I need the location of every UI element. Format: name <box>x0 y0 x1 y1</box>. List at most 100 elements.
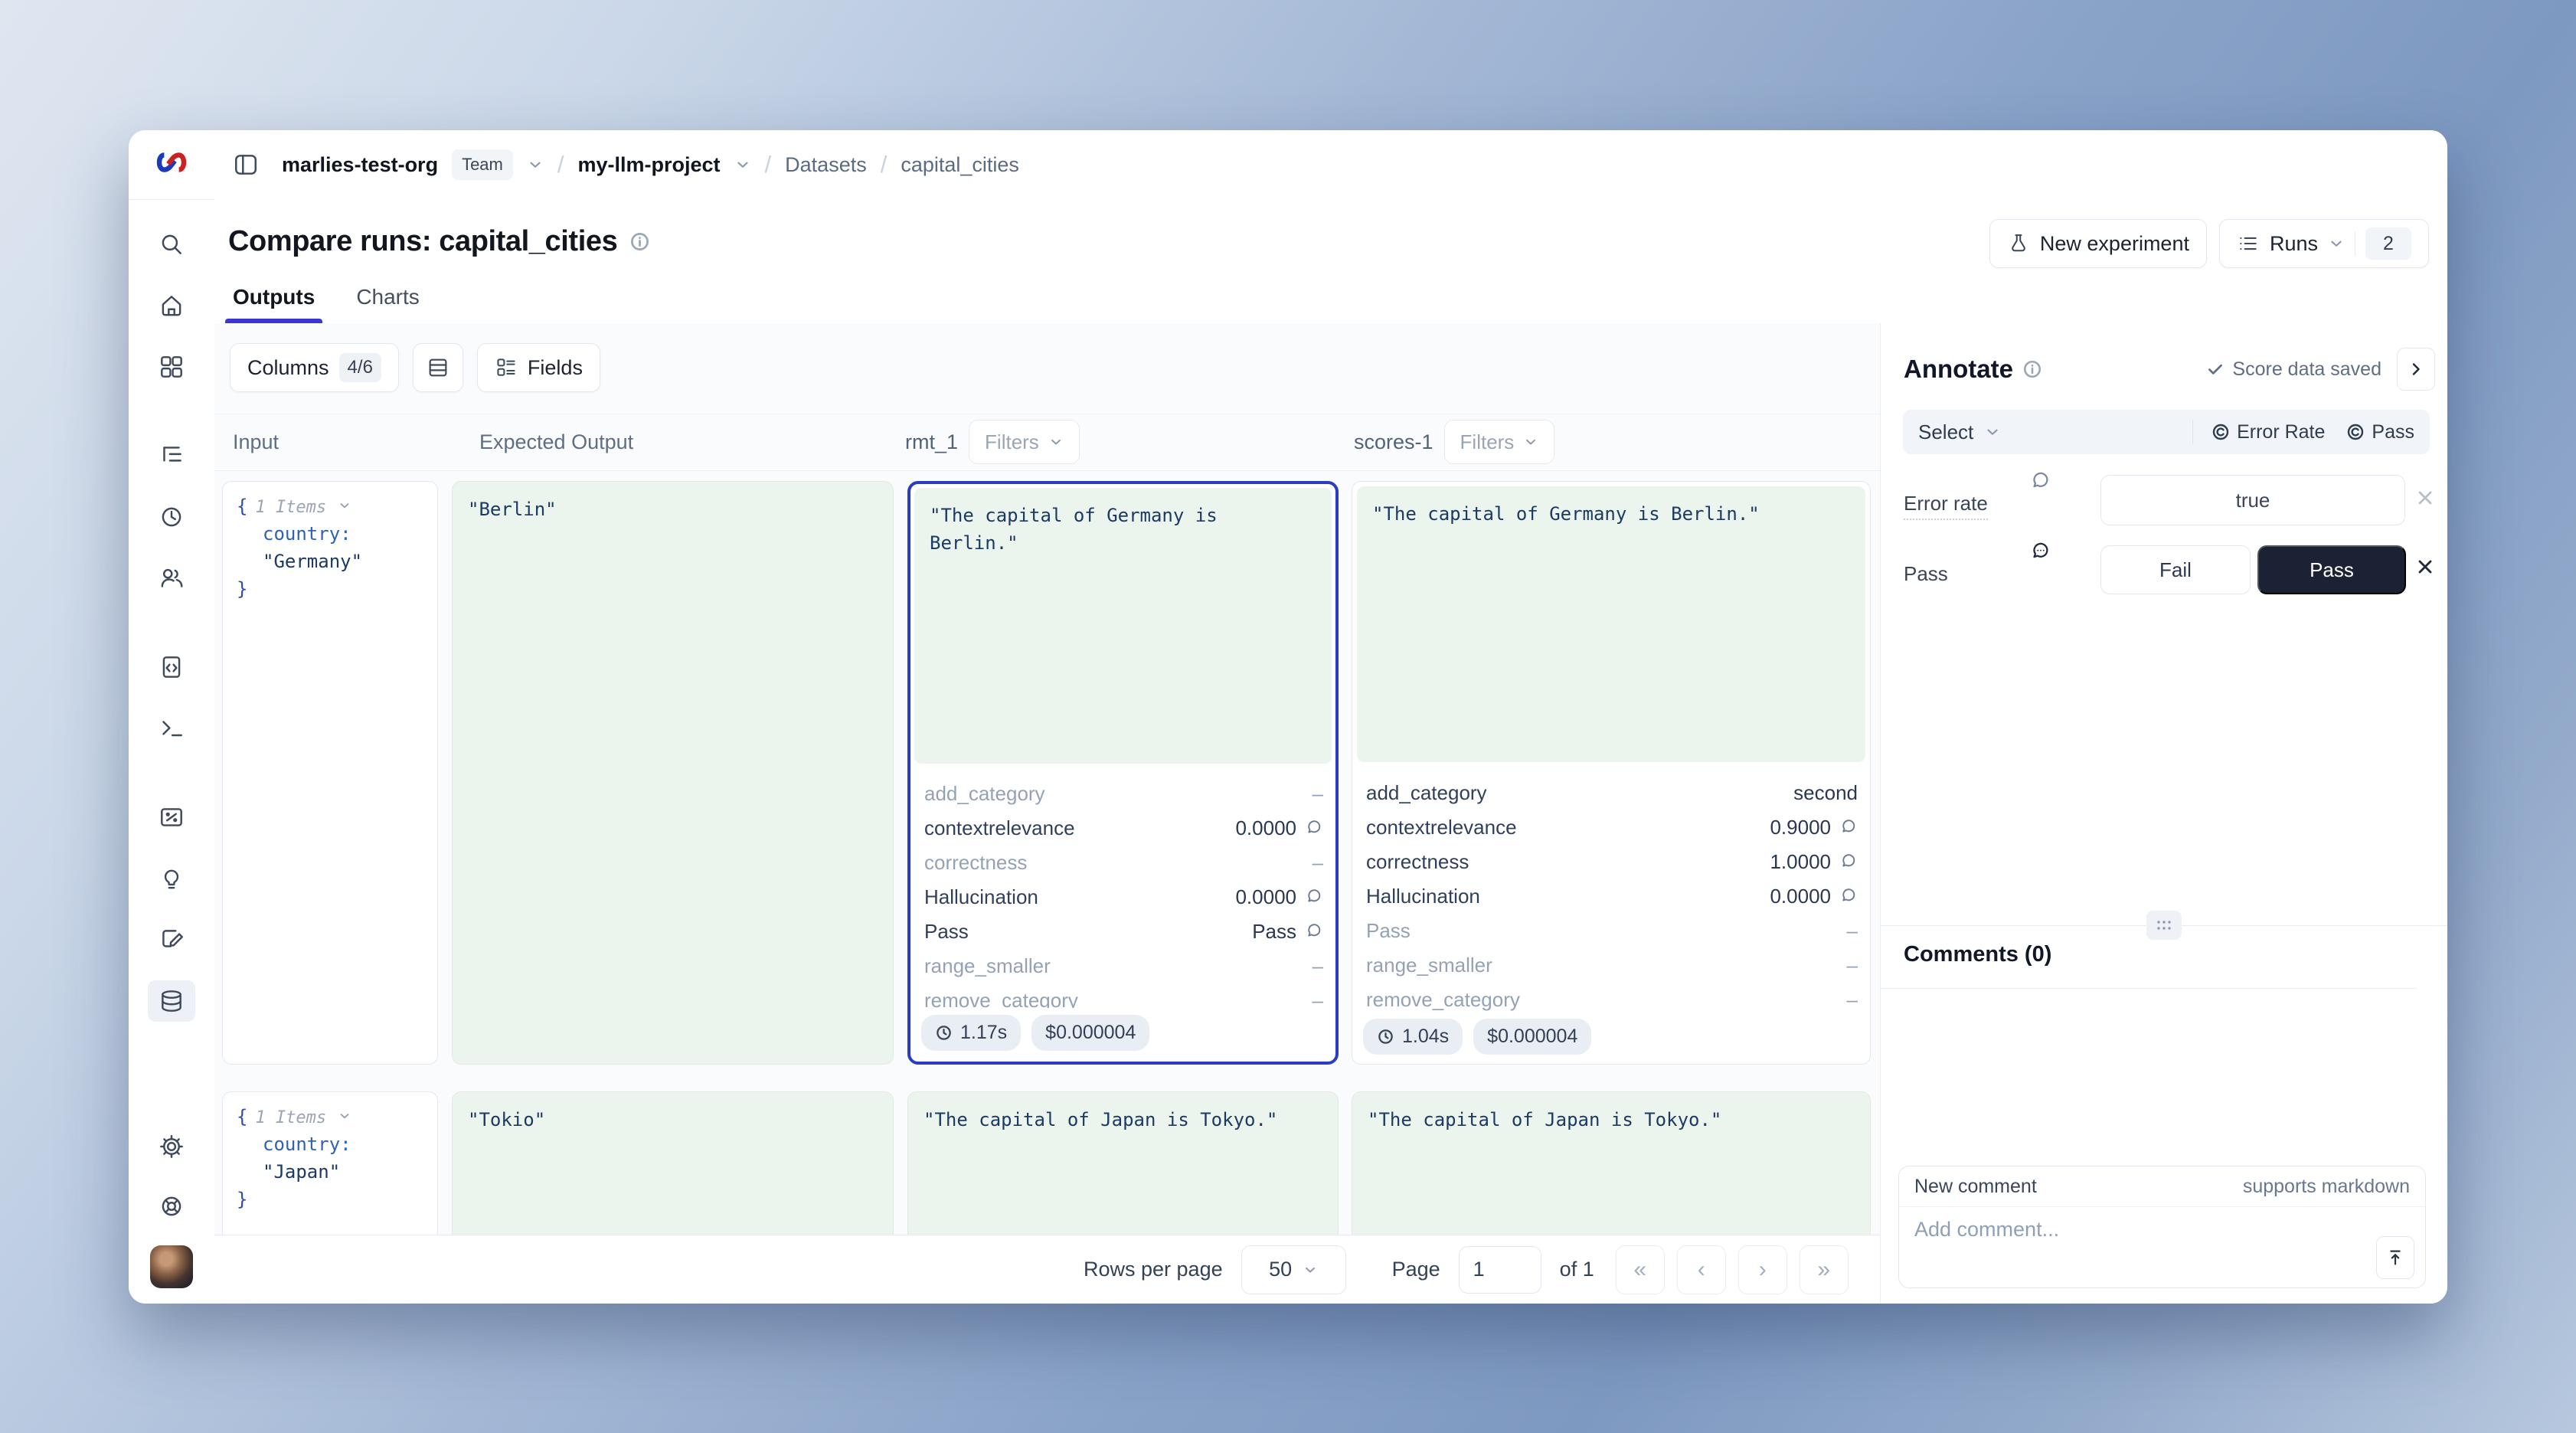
fields-button[interactable]: Fields <box>477 343 600 392</box>
input-cell-row1[interactable]: {1 Items country: "Germany" } <box>222 481 438 1065</box>
metric-value: – <box>1313 782 1323 806</box>
comment-bubble-icon[interactable] <box>1304 819 1323 838</box>
column-header-input: Input <box>233 414 279 470</box>
metric-name: correctness <box>924 851 1027 875</box>
sidebar-item-annotation-queues[interactable] <box>148 919 195 960</box>
submit-comment-button[interactable] <box>2376 1236 2414 1279</box>
chevron-down-icon[interactable] <box>338 499 351 512</box>
user-avatar[interactable] <box>150 1245 193 1288</box>
comment-bubble-icon[interactable] <box>1304 888 1323 907</box>
chevron-down-icon[interactable] <box>527 156 544 173</box>
breadcrumb-datasets[interactable]: Datasets <box>785 153 867 177</box>
tab-outputs[interactable]: Outputs <box>230 285 318 323</box>
json-items-label[interactable]: 1 Items <box>255 1108 326 1127</box>
comment-bubble-icon[interactable] <box>1304 922 1323 941</box>
close-icon <box>2414 556 2436 577</box>
sidebar-item-search[interactable] <box>148 224 195 265</box>
comment-input[interactable] <box>1899 1207 2425 1287</box>
pass-option-fail[interactable]: Fail <box>2100 545 2251 594</box>
expected-output-text: "Tokio" <box>453 1092 893 1147</box>
comment-bubble-icon[interactable] <box>2028 470 2051 493</box>
sidebar-item-evaluation[interactable] <box>148 797 195 838</box>
resize-handle[interactable] <box>2146 911 2182 940</box>
sidebar-item-help[interactable] <box>148 1186 195 1227</box>
sidebar-item-users[interactable] <box>148 558 195 599</box>
sidebar-item-traces[interactable] <box>148 435 195 476</box>
sidebar-item-dashboard[interactable] <box>148 346 195 388</box>
breadcrumb: marlies-test-org Team / my-llm-project /… <box>282 149 1019 180</box>
info-icon[interactable] <box>2022 359 2042 379</box>
chevron-down-icon[interactable] <box>1984 424 2001 440</box>
sidebar-item-settings[interactable] <box>148 1126 195 1167</box>
expected-output-cell-row1[interactable]: "Berlin" <box>452 481 894 1065</box>
previous-page-button[interactable]: ‹ <box>1677 1245 1726 1294</box>
sidebar-item-datasets[interactable] <box>148 980 195 1022</box>
metric-value: 0.0000 <box>1235 885 1296 909</box>
sidebar-item-home[interactable] <box>148 285 195 326</box>
score-select-bar: Select Error Rate Pass <box>1903 410 2430 454</box>
json-items-label[interactable]: 1 Items <box>255 498 326 517</box>
cost-badge: $0.000004 <box>1473 1019 1591 1055</box>
columns-button[interactable]: Columns 4/6 <box>230 343 399 392</box>
chevron-down-icon[interactable] <box>338 1109 351 1123</box>
page-label: Page <box>1392 1258 1440 1281</box>
run1-metrics: add_category– contextrelevance0.0000 cor… <box>924 777 1323 1008</box>
score-select[interactable]: Select <box>1918 420 1973 444</box>
metric-value: – <box>1313 851 1323 875</box>
percent-box-icon <box>158 803 185 831</box>
sidebar-item-optimizations[interactable] <box>148 858 195 899</box>
rows-per-page-select[interactable]: 50 <box>1241 1245 1346 1294</box>
quick-score-error-rate[interactable]: Error Rate <box>2212 421 2325 443</box>
comment-bubble-icon[interactable] <box>2028 541 2051 564</box>
run2-filters-button[interactable]: Filters <box>1444 420 1555 464</box>
run1-cell-row1[interactable]: "The capital of Germany is Berlin." add_… <box>907 481 1339 1065</box>
app-logo[interactable] <box>152 150 191 178</box>
last-page-button[interactable]: » <box>1800 1245 1849 1294</box>
columns-count-badge: 4/6 <box>339 353 381 382</box>
sidebar-item-history[interactable] <box>148 496 195 538</box>
metric-value: 1.0000 <box>1770 850 1831 874</box>
expected-output-text: "Berlin" <box>453 482 893 537</box>
page-number-input[interactable] <box>1459 1246 1541 1294</box>
run2-cell-row1[interactable]: "The capital of Germany is Berlin." add_… <box>1352 481 1871 1065</box>
chevron-down-icon[interactable] <box>734 156 751 173</box>
pass-option-pass[interactable]: Pass <box>2257 545 2406 594</box>
comment-bubble-icon[interactable] <box>1839 887 1858 906</box>
first-page-button[interactable]: « <box>1616 1245 1665 1294</box>
breadcrumb-org[interactable]: marlies-test-org <box>282 153 438 177</box>
run2-output-text: "The capital of Germany is Berlin." <box>1357 486 1865 762</box>
sidebar-item-prompts[interactable] <box>148 646 195 688</box>
row-height-button[interactable] <box>413 343 463 392</box>
clear-error-rate-button[interactable] <box>2414 487 2436 512</box>
fields-icon <box>495 356 518 379</box>
metric-name: Hallucination <box>924 885 1038 909</box>
error-rate-input[interactable] <box>2100 475 2405 525</box>
sidebar-toggle-button[interactable] <box>233 152 259 178</box>
team-badge: Team <box>452 149 513 180</box>
quick-score-pass[interactable]: Pass <box>2346 421 2414 443</box>
next-page-button[interactable]: › <box>1738 1245 1787 1294</box>
new-experiment-button[interactable]: New experiment <box>1989 219 2207 268</box>
run1-filters-button[interactable]: Filters <box>969 420 1080 464</box>
tab-bar: Outputs Charts <box>230 285 423 323</box>
runs-button[interactable]: Runs 2 <box>2219 219 2429 268</box>
sidebar <box>129 130 215 1304</box>
metric-value: 0.0000 <box>1235 816 1296 840</box>
sidebar-item-playground[interactable] <box>148 708 195 749</box>
breadcrumb-separator: / <box>557 151 564 178</box>
search-icon <box>158 231 185 258</box>
clear-pass-button[interactable] <box>2414 556 2436 581</box>
duration-badge: 1.17s <box>921 1015 1021 1051</box>
comment-bubble-icon[interactable] <box>1839 852 1858 872</box>
comment-bubble-icon[interactable] <box>1839 818 1858 837</box>
tab-charts[interactable]: Charts <box>353 285 422 323</box>
close-icon <box>2414 487 2436 509</box>
breadcrumb-project[interactable]: my-llm-project <box>577 153 720 177</box>
comments-title: Comments (0) <box>1904 942 2051 967</box>
metric-value: – <box>1847 919 1858 943</box>
json-brace: { <box>237 1106 247 1127</box>
collapse-panel-button[interactable] <box>2397 348 2435 391</box>
cost-badge: $0.000004 <box>1031 1015 1149 1051</box>
info-icon[interactable] <box>629 231 650 252</box>
metric-name: Pass <box>1366 919 1411 943</box>
